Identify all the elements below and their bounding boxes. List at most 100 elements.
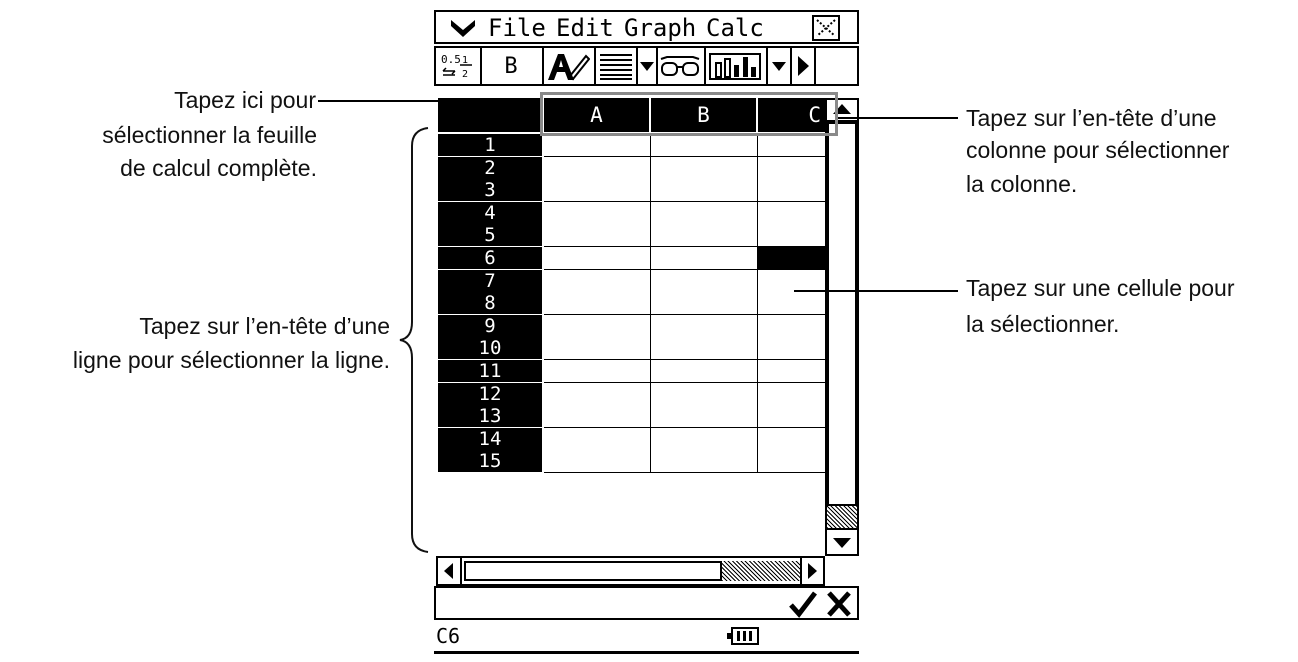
horizontal-scrollbar[interactable]	[436, 556, 825, 586]
cell-b12[interactable]	[651, 382, 758, 406]
fraction-decimal-icon[interactable]: 0.5 1 2	[438, 48, 476, 84]
row-header-15[interactable]: 15	[438, 450, 542, 473]
cell-a9[interactable]	[544, 314, 651, 338]
cell-input-field[interactable]	[440, 590, 780, 618]
vertical-scrollbar[interactable]	[825, 98, 859, 556]
text-style-icon[interactable]	[544, 48, 592, 84]
bar-chart-icon[interactable]	[706, 48, 764, 84]
row-header-12[interactable]: 12	[438, 382, 542, 405]
cell-c11[interactable]	[758, 360, 825, 383]
cell-a1[interactable]	[544, 134, 651, 157]
cell-a2[interactable]	[544, 156, 651, 180]
corner-annotation-line-1: Tapez ici pour	[174, 87, 316, 113]
menu-calc[interactable]: Calc	[706, 14, 764, 42]
row-annotation-line-1: Tapez sur l’en-tête d’une	[139, 313, 390, 339]
menu-down-icon[interactable]	[450, 16, 476, 40]
cell-a13[interactable]	[544, 405, 651, 429]
column-leader-line	[838, 117, 958, 119]
cell-b5[interactable]	[651, 224, 758, 248]
cell-c4[interactable]	[758, 201, 825, 225]
cell-b10[interactable]	[651, 337, 758, 361]
cell-b7[interactable]	[651, 269, 758, 293]
row-header-4[interactable]: 4	[438, 201, 542, 224]
cell-c14[interactable]	[758, 427, 825, 451]
corner-leader-line	[318, 100, 478, 102]
row-header-13[interactable]: 13	[438, 405, 542, 428]
cell-leader-line	[794, 290, 958, 292]
close-x-icon[interactable]	[812, 15, 840, 41]
cell-a8[interactable]	[544, 292, 651, 316]
edit-line	[434, 586, 859, 620]
cell-b13[interactable]	[651, 405, 758, 429]
cell-b11[interactable]	[651, 360, 758, 383]
cell-c5[interactable]	[758, 224, 825, 248]
menu-edit[interactable]: Edit	[556, 14, 614, 42]
row-annotation-line-2: ligne pour sélectionner la ligne.	[72, 347, 390, 373]
scroll-right-icon[interactable]	[800, 556, 825, 586]
column-highlight-box	[540, 92, 838, 136]
cell-c9[interactable]	[758, 314, 825, 338]
cell-a14[interactable]	[544, 427, 651, 451]
cell-c10[interactable]	[758, 337, 825, 361]
cell-a3[interactable]	[544, 179, 651, 203]
vertical-scroll-thumb[interactable]	[827, 122, 857, 506]
row-header-11[interactable]: 11	[438, 360, 542, 382]
row-bracket	[399, 127, 429, 553]
scroll-left-icon[interactable]	[436, 556, 462, 586]
row-header-1[interactable]: 1	[438, 134, 542, 156]
select-all-corner[interactable]	[438, 98, 542, 132]
cell-b2[interactable]	[651, 156, 758, 180]
cell-c15[interactable]	[758, 450, 825, 474]
dropdown-icon[interactable]	[768, 48, 790, 84]
status-bar: C6	[434, 620, 859, 654]
menu-graph[interactable]: Graph	[624, 14, 696, 42]
cell-a6[interactable]	[544, 247, 651, 270]
cell-b8[interactable]	[651, 292, 758, 316]
cell-b14[interactable]	[651, 427, 758, 451]
cell-a4[interactable]	[544, 201, 651, 225]
play-right-icon[interactable]	[792, 48, 814, 84]
row-header-8[interactable]: 8	[438, 292, 542, 315]
cell-c2[interactable]	[758, 156, 825, 180]
svg-text:2: 2	[462, 69, 468, 80]
cell-c12[interactable]	[758, 382, 825, 406]
align-icon[interactable]	[596, 48, 636, 84]
corner-annotation-line-2: sélectionner la feuille	[102, 122, 317, 148]
menu-file[interactable]: File	[488, 14, 546, 42]
cell-a11[interactable]	[544, 360, 651, 383]
cell-c3[interactable]	[758, 179, 825, 203]
dropdown-icon[interactable]	[638, 48, 656, 84]
row-header-10[interactable]: 10	[438, 337, 542, 360]
horizontal-scroll-track[interactable]	[722, 561, 800, 581]
vertical-scroll-track[interactable]	[827, 506, 857, 528]
row-header-3[interactable]: 3	[438, 179, 542, 202]
cell-annotation-line-1: Tapez sur une cellule pour	[966, 275, 1235, 301]
scroll-down-icon[interactable]	[825, 528, 859, 556]
cell-b9[interactable]	[651, 314, 758, 338]
cell-a5[interactable]	[544, 224, 651, 248]
row-header-7[interactable]: 7	[438, 269, 542, 292]
row-header-2[interactable]: 2	[438, 156, 542, 179]
cell-a15[interactable]	[544, 450, 651, 474]
horizontal-scroll-thumb[interactable]	[464, 561, 722, 581]
cell-a10[interactable]	[544, 337, 651, 361]
view-glasses-icon[interactable]	[658, 48, 702, 84]
row-header-9[interactable]: 9	[438, 314, 542, 337]
check-icon[interactable]	[788, 590, 820, 618]
cell-b4[interactable]	[651, 201, 758, 225]
cell-b1[interactable]	[651, 134, 758, 157]
cell-a12[interactable]	[544, 382, 651, 406]
cell-b3[interactable]	[651, 179, 758, 203]
cell-c13[interactable]	[758, 405, 825, 429]
cell-c6-selected[interactable]	[758, 247, 825, 270]
bold-icon[interactable]: B	[482, 48, 540, 84]
cell-a7[interactable]	[544, 269, 651, 293]
cell-b15[interactable]	[651, 450, 758, 474]
row-header-14[interactable]: 14	[438, 427, 542, 450]
cell-b6[interactable]	[651, 247, 758, 270]
cell-c1[interactable]	[758, 134, 825, 157]
cancel-x-icon[interactable]	[824, 590, 856, 618]
row-header-6[interactable]: 6	[438, 247, 542, 269]
cell-c8[interactable]	[758, 292, 825, 316]
row-header-5[interactable]: 5	[438, 224, 542, 247]
